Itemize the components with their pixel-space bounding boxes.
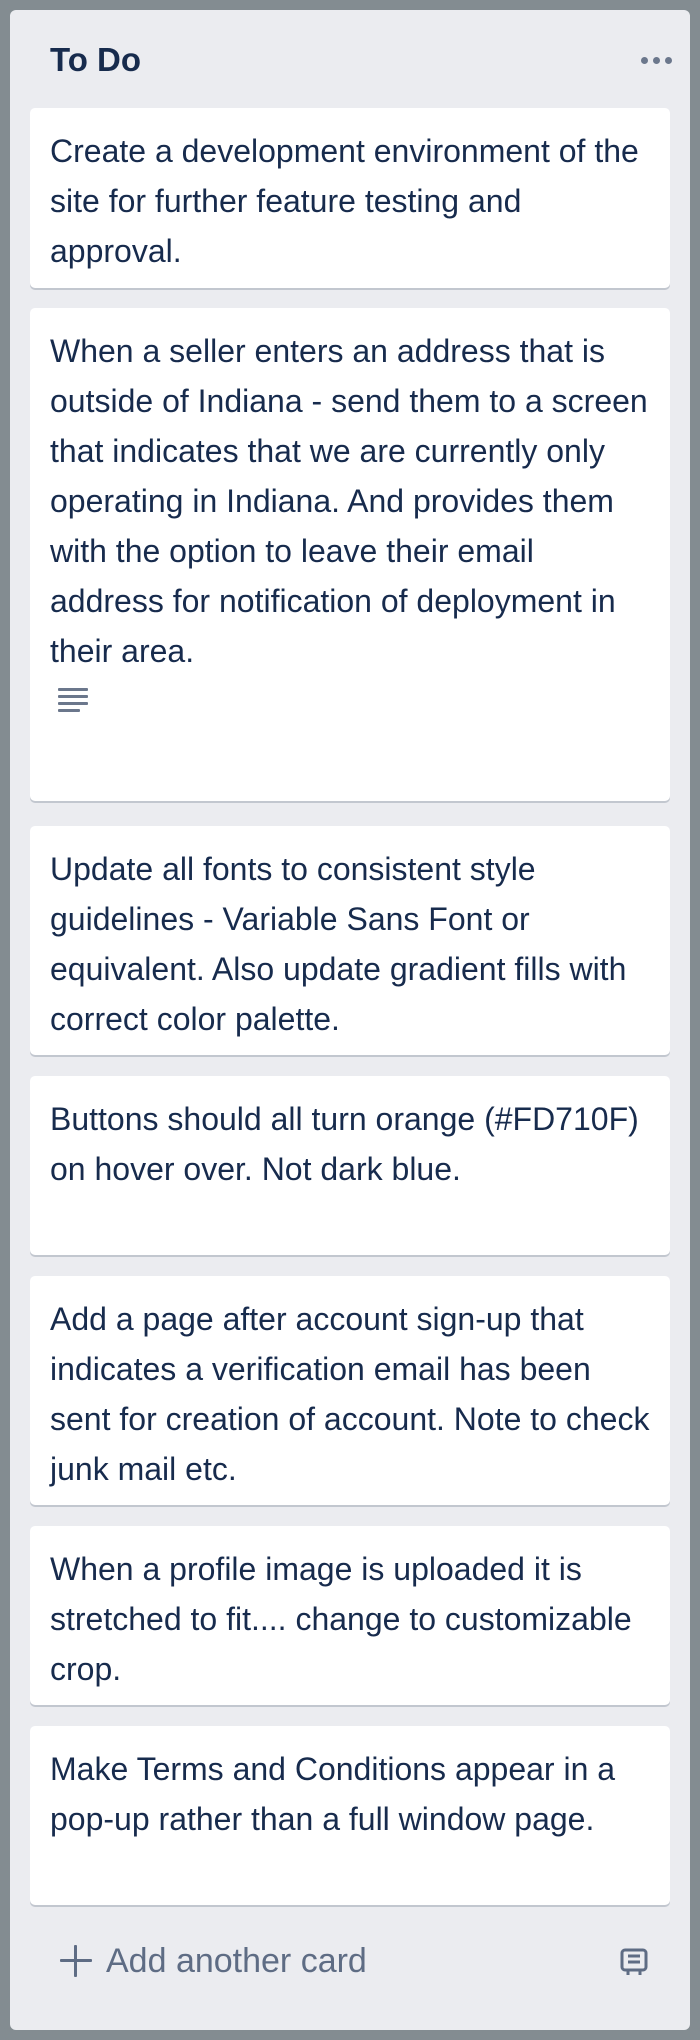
add-card-label: Add another card: [106, 1942, 367, 1980]
card[interactable]: Update all fonts to consistent style gui…: [30, 826, 670, 1055]
card-title: When a profile image is uploaded it is s…: [50, 1551, 632, 1687]
card[interactable]: Make Terms and Conditions appear in a po…: [30, 1726, 670, 1905]
plus-icon: [60, 1945, 92, 1977]
card[interactable]: When a profile image is uploaded it is s…: [30, 1526, 670, 1705]
card-title: Update all fonts to consistent style gui…: [50, 851, 627, 1037]
card[interactable]: Add a page after account sign-up that in…: [30, 1276, 670, 1505]
menu-dot: [640, 56, 648, 64]
more-horizontal-icon[interactable]: [636, 46, 676, 74]
card-badges: [50, 682, 650, 722]
menu-dot: [664, 56, 672, 64]
card-title: Create a development environment of the …: [50, 133, 639, 269]
description-icon: [58, 688, 88, 712]
card-title: Make Terms and Conditions appear in a po…: [50, 1751, 616, 1837]
menu-dot: [652, 56, 660, 64]
card[interactable]: When a seller enters an address that is …: [30, 308, 670, 801]
list-header: To Do: [10, 10, 690, 110]
card[interactable]: Create a development environment of the …: [30, 108, 670, 288]
todo-list: To Do Create a development environment o…: [10, 10, 690, 2030]
card[interactable]: Buttons should all turn orange (#FD710F)…: [30, 1076, 670, 1255]
list-title[interactable]: To Do: [50, 40, 141, 80]
card-title: Add a page after account sign-up that in…: [50, 1301, 650, 1487]
card-template-icon[interactable]: [618, 1946, 650, 1978]
add-another-card-button[interactable]: Add another card: [30, 1930, 670, 1992]
card-title: Buttons should all turn orange (#FD710F)…: [50, 1101, 639, 1187]
card-title: When a seller enters an address that is …: [50, 333, 648, 669]
